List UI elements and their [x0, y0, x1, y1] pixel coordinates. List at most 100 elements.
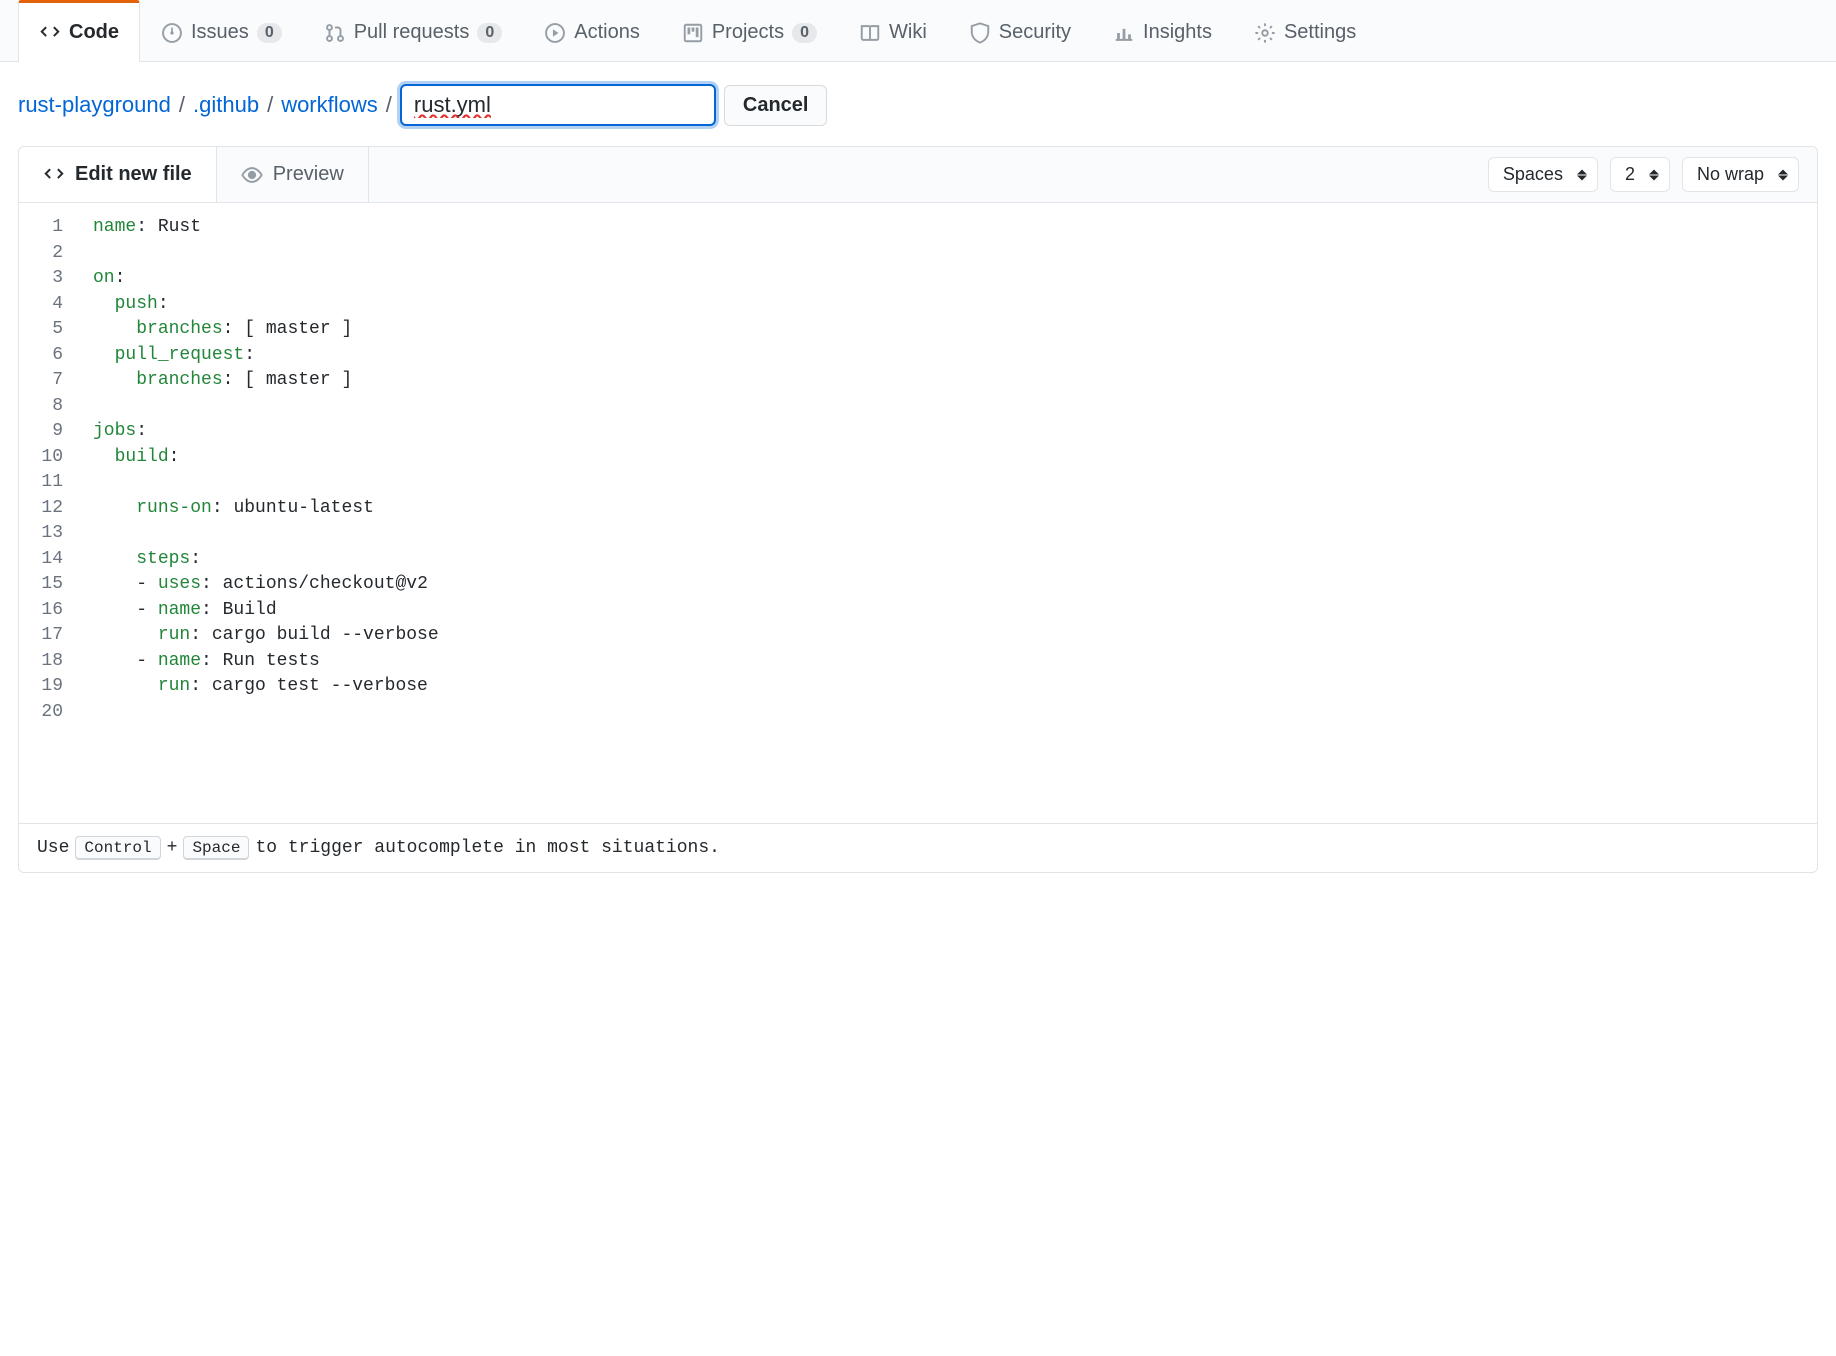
breadcrumb-separator: /	[386, 92, 392, 118]
tab-security[interactable]: Security	[948, 0, 1092, 62]
line-number: 1	[19, 215, 63, 241]
code-line[interactable]: run: cargo test --verbose	[93, 674, 1817, 700]
tab-label: Code	[69, 21, 119, 44]
issues-count: 0	[257, 23, 282, 43]
file-header-tabs: Edit new file Preview Spaces 2 No wrap	[19, 147, 1817, 203]
gear-icon	[1254, 22, 1276, 44]
kbd-control: Control	[75, 836, 160, 860]
line-number: 7	[19, 368, 63, 394]
sort-icon	[1649, 169, 1659, 180]
line-number: 10	[19, 445, 63, 471]
code-line[interactable]: - uses: actions/checkout@v2	[93, 572, 1817, 598]
filename-input[interactable]	[400, 84, 716, 126]
code-line[interactable]	[93, 700, 1817, 726]
tab-label: Security	[999, 21, 1071, 44]
cancel-button[interactable]: Cancel	[724, 85, 828, 126]
code-line[interactable]: name: Rust	[93, 215, 1817, 241]
line-number: 17	[19, 623, 63, 649]
tab-label: Edit new file	[75, 163, 192, 186]
line-number: 3	[19, 266, 63, 292]
graph-icon	[1113, 22, 1135, 44]
code-icon	[39, 22, 61, 44]
tab-actions[interactable]: Actions	[523, 0, 661, 62]
line-number: 20	[19, 700, 63, 726]
code-line[interactable]: branches: [ master ]	[93, 368, 1817, 394]
code-line[interactable]: - name: Build	[93, 598, 1817, 624]
line-number: 6	[19, 343, 63, 369]
select-value: 2	[1625, 164, 1635, 185]
tab-preview[interactable]: Preview	[217, 147, 369, 202]
code-line[interactable]: runs-on: ubuntu-latest	[93, 496, 1817, 522]
sort-icon	[1577, 169, 1587, 180]
play-icon	[544, 22, 566, 44]
tab-label: Preview	[273, 163, 344, 186]
code-line[interactable]: push:	[93, 292, 1817, 318]
line-number: 12	[19, 496, 63, 522]
eye-icon	[241, 164, 263, 186]
line-number: 15	[19, 572, 63, 598]
tab-label: Issues	[191, 21, 249, 44]
breadcrumb-repo[interactable]: rust-playground	[18, 92, 171, 118]
code-icon	[43, 164, 65, 186]
code-line[interactable]: run: cargo build --verbose	[93, 623, 1817, 649]
code-line[interactable]: steps:	[93, 547, 1817, 573]
line-number: 19	[19, 674, 63, 700]
breadcrumb-separator: /	[267, 92, 273, 118]
indent-size-select[interactable]: 2	[1610, 157, 1670, 192]
code-line[interactable]	[93, 241, 1817, 267]
editor-box: Edit new file Preview Spaces 2 No wrap 1…	[18, 146, 1818, 873]
tab-label: Insights	[1143, 21, 1212, 44]
code-line[interactable]: - name: Run tests	[93, 649, 1817, 675]
hint-plus: +	[167, 838, 178, 858]
tab-insights[interactable]: Insights	[1092, 0, 1233, 62]
code-line[interactable]	[93, 470, 1817, 496]
code-line[interactable]: jobs:	[93, 419, 1817, 445]
tab-projects[interactable]: Projects 0	[661, 0, 838, 62]
line-number: 5	[19, 317, 63, 343]
line-number: 8	[19, 394, 63, 420]
line-number: 11	[19, 470, 63, 496]
tab-wiki[interactable]: Wiki	[838, 0, 948, 62]
tab-issues[interactable]: Issues 0	[140, 0, 303, 62]
code-line[interactable]: build:	[93, 445, 1817, 471]
git-pull-request-icon	[324, 22, 346, 44]
wrap-mode-select[interactable]: No wrap	[1682, 157, 1799, 192]
line-number-gutter: 1234567891011121314151617181920	[19, 215, 77, 811]
code-line[interactable]	[93, 394, 1817, 420]
projects-count: 0	[792, 23, 817, 43]
line-number: 9	[19, 419, 63, 445]
tab-label: Projects	[712, 21, 784, 44]
code-editor[interactable]: 1234567891011121314151617181920 name: Ru…	[19, 203, 1817, 823]
code-line[interactable]: branches: [ master ]	[93, 317, 1817, 343]
tab-label: Wiki	[889, 21, 927, 44]
tab-settings[interactable]: Settings	[1233, 0, 1377, 62]
line-number: 13	[19, 521, 63, 547]
code-line[interactable]	[93, 521, 1817, 547]
tab-pull-requests[interactable]: Pull requests 0	[303, 0, 524, 62]
shield-icon	[969, 22, 991, 44]
tab-edit-new-file[interactable]: Edit new file	[19, 147, 217, 202]
project-icon	[682, 22, 704, 44]
breadcrumb: rust-playground / .github / workflows / …	[0, 62, 1836, 146]
breadcrumb-separator: /	[179, 92, 185, 118]
sort-icon	[1778, 169, 1788, 180]
breadcrumb-part-github[interactable]: .github	[193, 92, 259, 118]
pr-count: 0	[477, 23, 502, 43]
select-value: Spaces	[1503, 164, 1563, 185]
autocomplete-hint: Use Control + Space to trigger autocompl…	[19, 823, 1817, 872]
hint-text: to trigger autocomplete in most situatio…	[255, 838, 719, 858]
indent-mode-select[interactable]: Spaces	[1488, 157, 1598, 192]
tab-label: Settings	[1284, 21, 1356, 44]
book-icon	[859, 22, 881, 44]
code-line[interactable]: on:	[93, 266, 1817, 292]
tab-label: Actions	[574, 21, 640, 44]
repo-tabnav: Code Issues 0 Pull requests 0 Actions Pr…	[0, 0, 1836, 62]
line-number: 16	[19, 598, 63, 624]
tab-label: Pull requests	[354, 21, 470, 44]
line-number: 14	[19, 547, 63, 573]
tab-code[interactable]: Code	[18, 0, 140, 62]
code-content[interactable]: name: Rust on: push: branches: [ master …	[77, 215, 1817, 811]
breadcrumb-part-workflows[interactable]: workflows	[281, 92, 378, 118]
hint-text: Use	[37, 838, 69, 858]
code-line[interactable]: pull_request:	[93, 343, 1817, 369]
